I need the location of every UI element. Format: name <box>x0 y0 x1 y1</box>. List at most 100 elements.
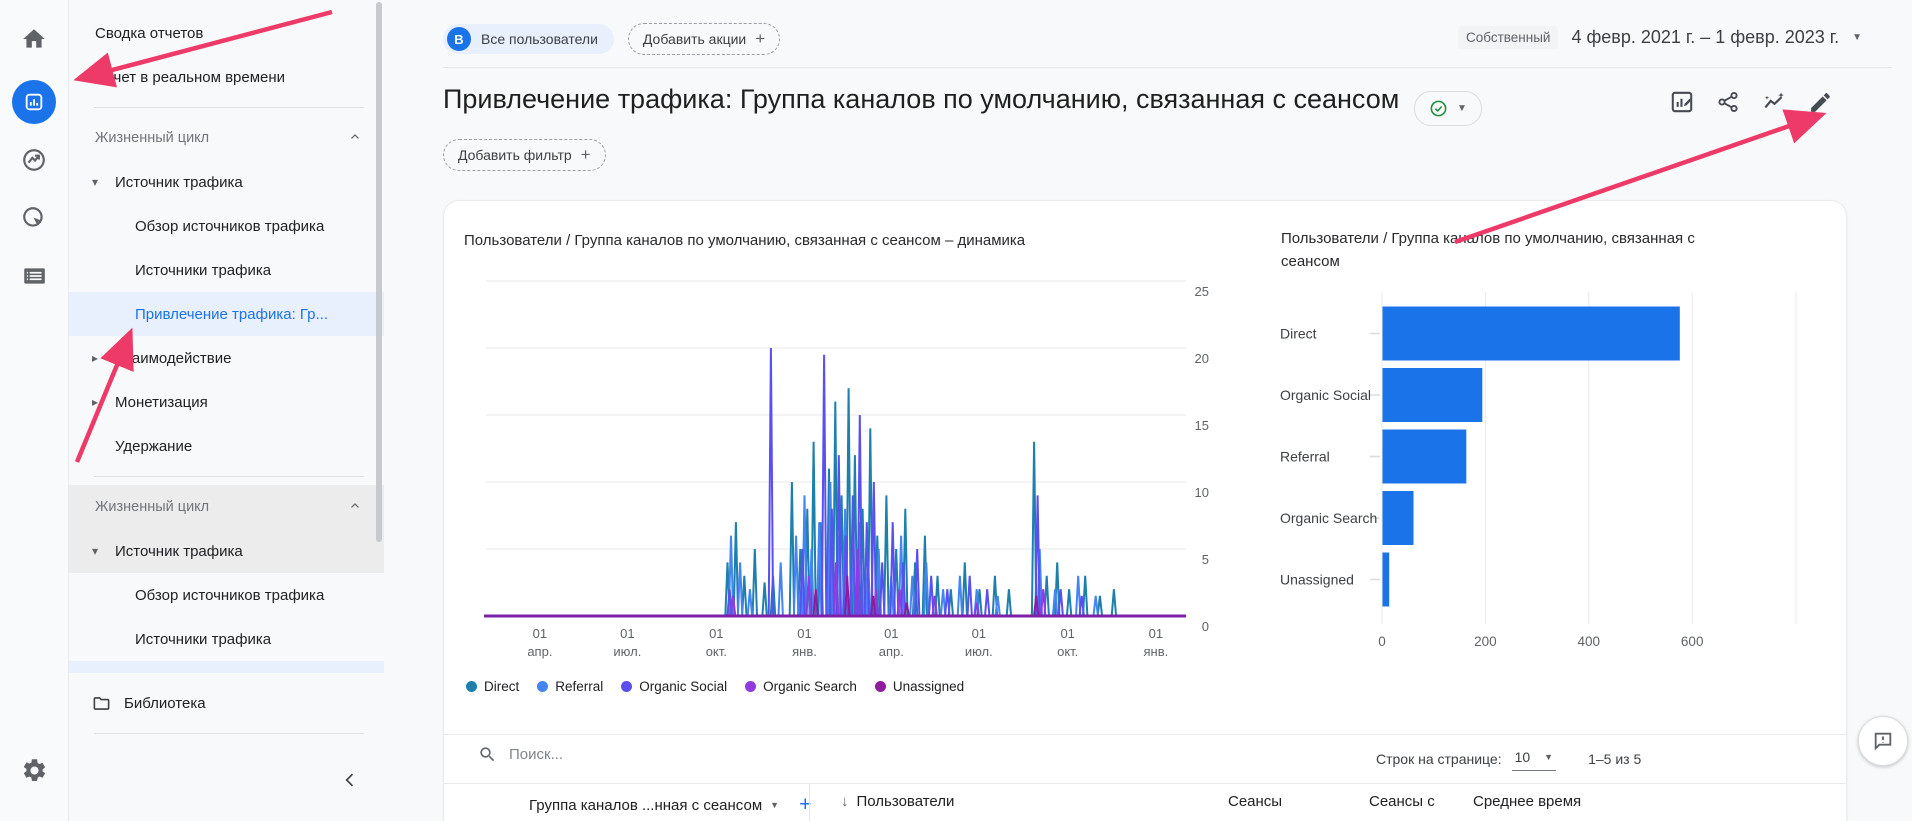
chevron-up-icon <box>348 130 362 148</box>
legend-label: Referral <box>555 679 604 694</box>
pagination-range: 1–5 из 5 <box>1588 751 1642 767</box>
home-button[interactable] <box>0 15 68 63</box>
svg-text:Referral: Referral <box>1280 449 1330 465</box>
sidebar-item[interactable]: Сводка отчетов <box>68 11 384 55</box>
explore-icon <box>23 149 45 171</box>
bar-chart[interactable]: 0 200 400 600 Direct Organic Social Referral Or… <box>1266 286 1846 651</box>
ga4-app: Сводка отчетов Отчет в реальном времени Жи… <box>0 0 1912 821</box>
feedback-button[interactable] <box>1858 716 1908 766</box>
sidebar-item-label: Библиотека <box>124 694 206 712</box>
sidebar-item[interactable]: Источники трафика <box>68 617 384 661</box>
sidebar-item-selected[interactable]: Привлечение трафика: Гр... <box>68 292 384 336</box>
svg-text:0: 0 <box>1378 634 1386 649</box>
search-icon <box>480 747 495 762</box>
sidebar-item-label: Источники трафика <box>135 261 272 279</box>
sidebar-item[interactable]: Отчет в реальном времени <box>68 55 384 99</box>
svg-text:10: 10 <box>1195 485 1209 500</box>
sidebar-item[interactable]: ▸ Взаимодействие <box>68 336 384 380</box>
users-column-label: Пользователи <box>856 793 955 810</box>
sidebar-item-library[interactable]: Библиотека <box>68 681 384 725</box>
svg-text:01: 01 <box>709 626 723 641</box>
search-input[interactable] <box>507 745 1131 764</box>
svg-text:01: 01 <box>533 626 547 641</box>
share-button[interactable] <box>1714 88 1742 116</box>
svg-text:600: 600 <box>1681 634 1704 649</box>
legend-dot <box>466 681 477 692</box>
sidebar-item-label: Взаимодействие <box>115 349 232 367</box>
date-range-label: 4 февр. 2021 г. – 1 февр. 2023 г. <box>1571 27 1840 47</box>
legend-item: Referral <box>537 679 603 694</box>
legend-dot <box>874 681 886 692</box>
report-card: Пользователи / Группа каналов по умолчан… <box>443 200 1847 821</box>
add-filter-label: Добавить фильтр <box>458 147 572 163</box>
edit-report-button[interactable] <box>1806 88 1834 116</box>
explore-button[interactable] <box>0 136 68 184</box>
column-divider <box>809 784 810 821</box>
share-icon <box>1718 91 1738 113</box>
sidebar-item[interactable]: Обзор источников трафика <box>68 573 384 617</box>
sidebar-divider <box>94 733 364 734</box>
legend-label: Unassigned <box>892 679 965 694</box>
sidebar-item[interactable]: ▾ Источник трафика <box>68 529 384 573</box>
plus-icon: + <box>580 145 591 164</box>
caret-down-icon: ▾ <box>91 544 99 558</box>
caret-down-icon: ▾ <box>91 175 99 189</box>
date-range-type-badge: Собственный <box>1458 26 1559 49</box>
users-column-header[interactable]: ↓ Пользователи <box>841 793 954 810</box>
folder-icon <box>93 696 110 710</box>
sidebar-divider <box>94 476 364 477</box>
comparison-avatar: В <box>447 27 471 51</box>
sidebar-nav-list: Сводка отчетов Отчет в реальном времени Жи… <box>68 0 384 734</box>
header-divider <box>443 67 1892 68</box>
collapse-sidebar-button[interactable] <box>336 766 364 794</box>
sessions-column-header[interactable]: Сеансы <box>1228 793 1282 810</box>
sidebar-section-header[interactable]: Жизненный цикл <box>68 485 384 529</box>
reports-button[interactable] <box>0 78 68 126</box>
avg-time-column-header[interactable]: Среднее время <box>1473 793 1581 810</box>
caret-down-icon: ▼ <box>1457 103 1467 114</box>
caret-right-icon: ▸ <box>91 395 99 409</box>
sidebar-scrollbar[interactable] <box>376 2 382 542</box>
svg-text:окт.: окт. <box>706 644 727 659</box>
advertising-button[interactable] <box>0 194 68 242</box>
svg-text:01: 01 <box>1060 626 1074 641</box>
add-filter-button[interactable]: Добавить фильтр + <box>443 139 606 171</box>
sidebar-item[interactable]: Источники трафика <box>68 248 384 292</box>
engaged-sessions-column-header[interactable]: Сеансы с <box>1369 793 1435 810</box>
line-chart[interactable]: 25 20 15 10 5 0 01 апр. 01 июл. 01 окт. 01 янв. 01 апр.… <box>464 257 1224 677</box>
reports-active-circle <box>12 80 56 124</box>
sidebar-item[interactable]: Удержание <box>68 424 384 468</box>
date-range-selector[interactable]: Собственный 4 февр. 2021 г. – 1 февр. 20… <box>1458 26 1862 49</box>
library-rail-button[interactable] <box>0 252 68 300</box>
admin-button[interactable] <box>0 746 68 794</box>
gear-icon <box>23 758 45 781</box>
sidebar-section-header[interactable]: Жизненный цикл <box>68 116 384 160</box>
svg-text:Unassigned: Unassigned <box>1280 572 1354 588</box>
caret-down-icon: ▼ <box>1544 752 1554 762</box>
svg-text:янв.: янв. <box>792 644 817 659</box>
caret-down-icon: ▼ <box>770 800 780 810</box>
reports-sidebar: Сводка отчетов Отчет в реальном времени Жи… <box>68 0 384 821</box>
report-toolbar <box>1668 88 1834 116</box>
svg-text:01: 01 <box>797 626 811 641</box>
svg-text:25: 25 <box>1195 284 1209 299</box>
sidebar-item[interactable]: ▾ Источник трафика <box>68 160 384 204</box>
svg-text:01: 01 <box>620 626 634 641</box>
customize-report-button[interactable] <box>1668 88 1696 116</box>
sidebar-item[interactable]: ▸ Монетизация <box>68 380 384 424</box>
sidebar-item[interactable]: Обзор источников трафика <box>68 204 384 248</box>
pencil-icon <box>1810 92 1830 112</box>
rows-per-page-select[interactable]: 10 ▼ <box>1511 747 1557 771</box>
home-icon <box>23 29 45 48</box>
customize-report-icon <box>1671 91 1693 113</box>
svg-text:01: 01 <box>884 626 898 641</box>
dimension-column-header[interactable]: Группа каналов ...нная с сеансом ▼ + <box>529 793 811 817</box>
svg-text:01: 01 <box>1149 626 1163 641</box>
add-comparison-button[interactable]: Добавить акции + <box>627 23 781 55</box>
all-users-comparison-pill[interactable]: В Все пользователи <box>443 24 614 54</box>
sidebar-item-label: Обзор источников трафика <box>135 586 325 604</box>
legend-dot <box>745 681 757 692</box>
line-chart-title: Пользователи / Группа каналов по умолчан… <box>464 232 1026 249</box>
insights-button[interactable] <box>1760 88 1788 116</box>
report-status-badge[interactable]: ▼ <box>1414 91 1482 126</box>
